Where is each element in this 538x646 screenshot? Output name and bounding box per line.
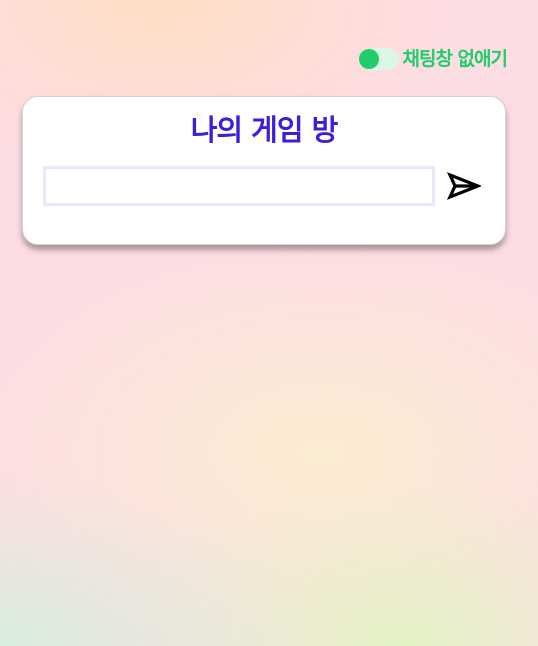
- room-input[interactable]: [43, 166, 435, 206]
- chat-toggle-label[interactable]: 채팅창 없애기: [403, 47, 508, 71]
- toggle-knob: [358, 49, 379, 69]
- chat-toggle-row: 채팅창 없애기: [358, 47, 508, 71]
- send-button[interactable]: [447, 171, 483, 201]
- room-title: 나의 게임 방: [190, 113, 339, 147]
- send-icon: [447, 172, 483, 200]
- room-card: 나의 게임 방: [22, 96, 506, 245]
- chat-toggle-switch[interactable]: [358, 48, 399, 70]
